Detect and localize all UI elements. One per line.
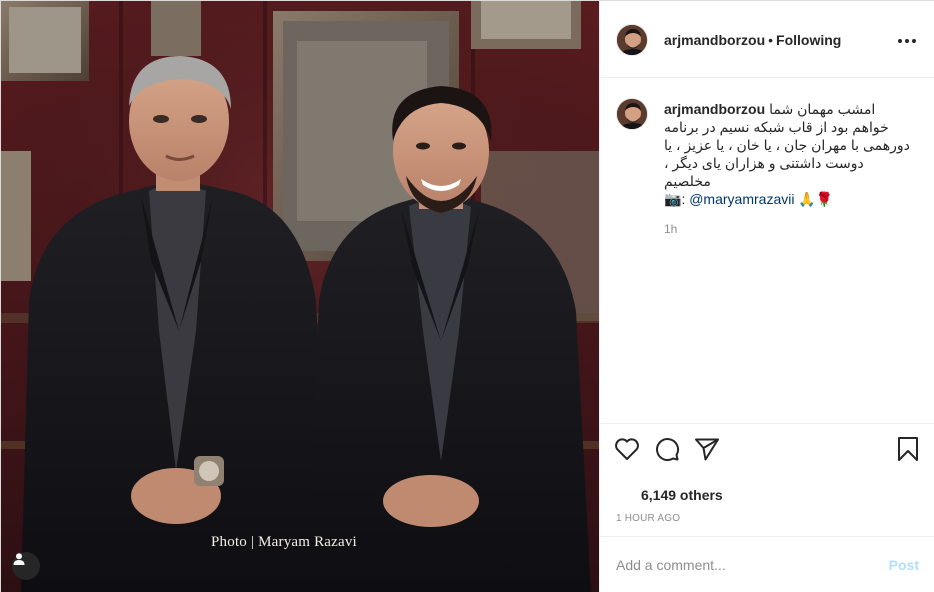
paper-plane-icon [695, 438, 719, 461]
caption-credit-line: 📷: @maryamrazavii 🙏🌹 [664, 190, 914, 208]
heart-icon [615, 438, 639, 460]
save-button[interactable] [893, 434, 923, 464]
avatar-image [617, 25, 647, 55]
like-button[interactable] [612, 434, 642, 464]
photo-credit-watermark: Photo | Maryam Razavi [211, 534, 357, 550]
caption-first-line: arjmandborzou امشب مهمان شما [664, 100, 914, 118]
camera-emoji: 📷 [664, 191, 682, 207]
post-photo[interactable]: Photo | Maryam Razavi [1, 1, 599, 592]
caption-line: مخلصیم [664, 173, 711, 189]
post-side-panel: arjmandborzou • Following arjmandborzou … [599, 1, 934, 592]
caption-avatar[interactable] [616, 98, 648, 130]
tagged-users-button[interactable] [12, 552, 40, 580]
user-tag-icon [13, 553, 25, 565]
post-dialog: Photo | Maryam Razavi arjmandborzou • Fo… [0, 0, 934, 592]
author-username[interactable]: arjmandborzou [664, 32, 765, 48]
avatar-image [617, 99, 647, 129]
like-count[interactable]: 6,149 others [641, 487, 723, 503]
comment-input[interactable] [616, 555, 866, 575]
author-avatar[interactable] [616, 24, 648, 56]
caption-line: خواهم بود از قاب شبکه نسیم در برنامه [664, 119, 889, 135]
caption-line: دورهمی با مهران جان ، یا خان ، یا عزیز ،… [664, 137, 910, 153]
caption-lines: خواهم بود از قاب شبکه نسیم در برنامه دور… [664, 118, 914, 190]
caption-first-text: امشب مهمان شما [769, 101, 876, 117]
following-button[interactable]: Following [776, 32, 841, 48]
mention-prefix: : [681, 191, 686, 207]
caption-username[interactable]: arjmandborzou [664, 101, 765, 117]
caption-area: arjmandborzou امشب مهمان شما خواهم بود از… [600, 78, 934, 423]
comment-form: Post [600, 536, 934, 592]
photo-illustration [1, 1, 599, 592]
post-comment-button[interactable]: Post [889, 557, 919, 573]
caption-line: دوست داشتنی و هزاران یای دیگر ، [664, 155, 864, 171]
header-user-line: arjmandborzou • Following [664, 32, 841, 48]
mention-link[interactable]: @maryamrazavii [689, 191, 794, 207]
post-timestamp[interactable]: 1 HOUR AGO [616, 513, 680, 524]
comment-icon [656, 438, 680, 462]
trailing-emoji: 🙏🌹 [798, 191, 834, 207]
bookmark-icon [898, 437, 918, 461]
action-bar [600, 423, 934, 473]
caption-timestamp[interactable]: 1h [664, 222, 677, 236]
share-button[interactable] [692, 434, 722, 464]
caption-text: arjmandborzou امشب مهمان شما خواهم بود از… [664, 100, 914, 208]
more-options-icon [898, 39, 916, 43]
post-header: arjmandborzou • Following [600, 1, 934, 78]
comment-button[interactable] [652, 434, 682, 464]
more-options-button[interactable] [895, 29, 919, 53]
separator-dot: • [768, 32, 774, 48]
